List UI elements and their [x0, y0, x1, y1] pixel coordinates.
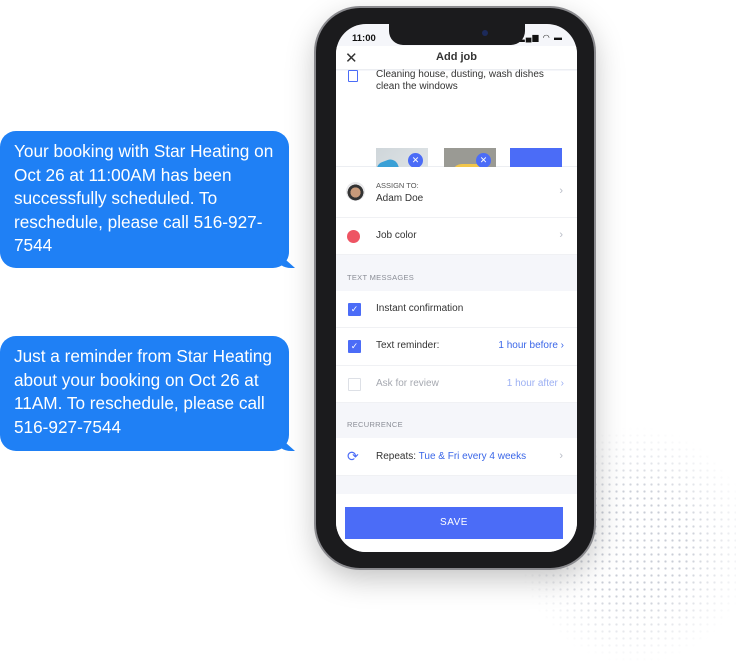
- page-title: Add job: [436, 51, 477, 63]
- description-section: Cleaning house, dusting, wash dishes cle…: [336, 69, 577, 200]
- status-time: 11:00: [352, 33, 376, 44]
- remove-photo-icon[interactable]: ✕: [408, 153, 423, 168]
- repeat-icon: ⟳: [347, 448, 359, 464]
- instant-confirmation-row[interactable]: ✓ Instant confirmation: [336, 291, 577, 328]
- description-text[interactable]: Cleaning house, dusting, wash dishes cle…: [376, 69, 546, 93]
- notch: [389, 24, 525, 45]
- repeats-label: Repeats:: [376, 451, 417, 462]
- remove-photo-icon[interactable]: ✕: [476, 153, 491, 168]
- job-color-row[interactable]: Job color ›: [336, 218, 577, 255]
- section-title: TEXT MESSAGES: [347, 273, 415, 282]
- message-text: Your booking with Star Heating on Oct 26…: [14, 141, 274, 255]
- row-label: Ask for review: [376, 378, 439, 389]
- avatar: [346, 182, 365, 201]
- message-bubble: Just a reminder from Star Heating about …: [0, 336, 295, 451]
- status-icons: ▂▄▆ ◠ ▬: [518, 33, 563, 42]
- row-label: Text reminder:: [376, 340, 440, 351]
- chevron-right-icon: ›: [559, 229, 563, 241]
- review-value[interactable]: 1 hour after ›: [507, 378, 564, 389]
- header: ✕ Add job: [336, 46, 577, 70]
- assign-row[interactable]: ASSIGN TO: Adam Doe ›: [336, 167, 577, 218]
- row-label: Instant confirmation: [376, 303, 464, 314]
- text-reminder-row[interactable]: ✓ Text reminder: 1 hour before ›: [336, 328, 577, 366]
- chevron-right-icon: ›: [559, 185, 563, 197]
- ask-review-row[interactable]: Ask for review 1 hour after ›: [336, 366, 577, 403]
- job-color-label: Job color: [376, 230, 417, 241]
- assignee-name: Adam Doe: [376, 193, 424, 204]
- job-color-swatch: [347, 230, 360, 243]
- repeats-value: Tue & Fri every 4 weeks: [418, 451, 527, 462]
- checkbox-checked[interactable]: ✓: [348, 303, 361, 316]
- message-text: Just a reminder from Star Heating about …: [14, 346, 272, 437]
- save-button[interactable]: SAVE: [345, 507, 563, 539]
- document-icon: [348, 70, 358, 82]
- message-bubble: Your booking with Star Heating on Oct 26…: [0, 131, 295, 268]
- chevron-right-icon: ›: [559, 450, 563, 462]
- phone-screen: 11:00 ▂▄▆ ◠ ▬ ✕ Add job Cleaning house, …: [336, 24, 577, 552]
- checkbox-checked[interactable]: ✓: [348, 340, 361, 353]
- checkbox-unchecked[interactable]: [348, 378, 361, 391]
- assign-label: ASSIGN TO:: [376, 181, 419, 190]
- section-title: RECURRENCE: [347, 420, 403, 429]
- reminder-value[interactable]: 1 hour before ›: [498, 340, 564, 351]
- repeats-row[interactable]: ⟳ Repeats: Tue & Fri every 4 weeks ›: [336, 438, 577, 476]
